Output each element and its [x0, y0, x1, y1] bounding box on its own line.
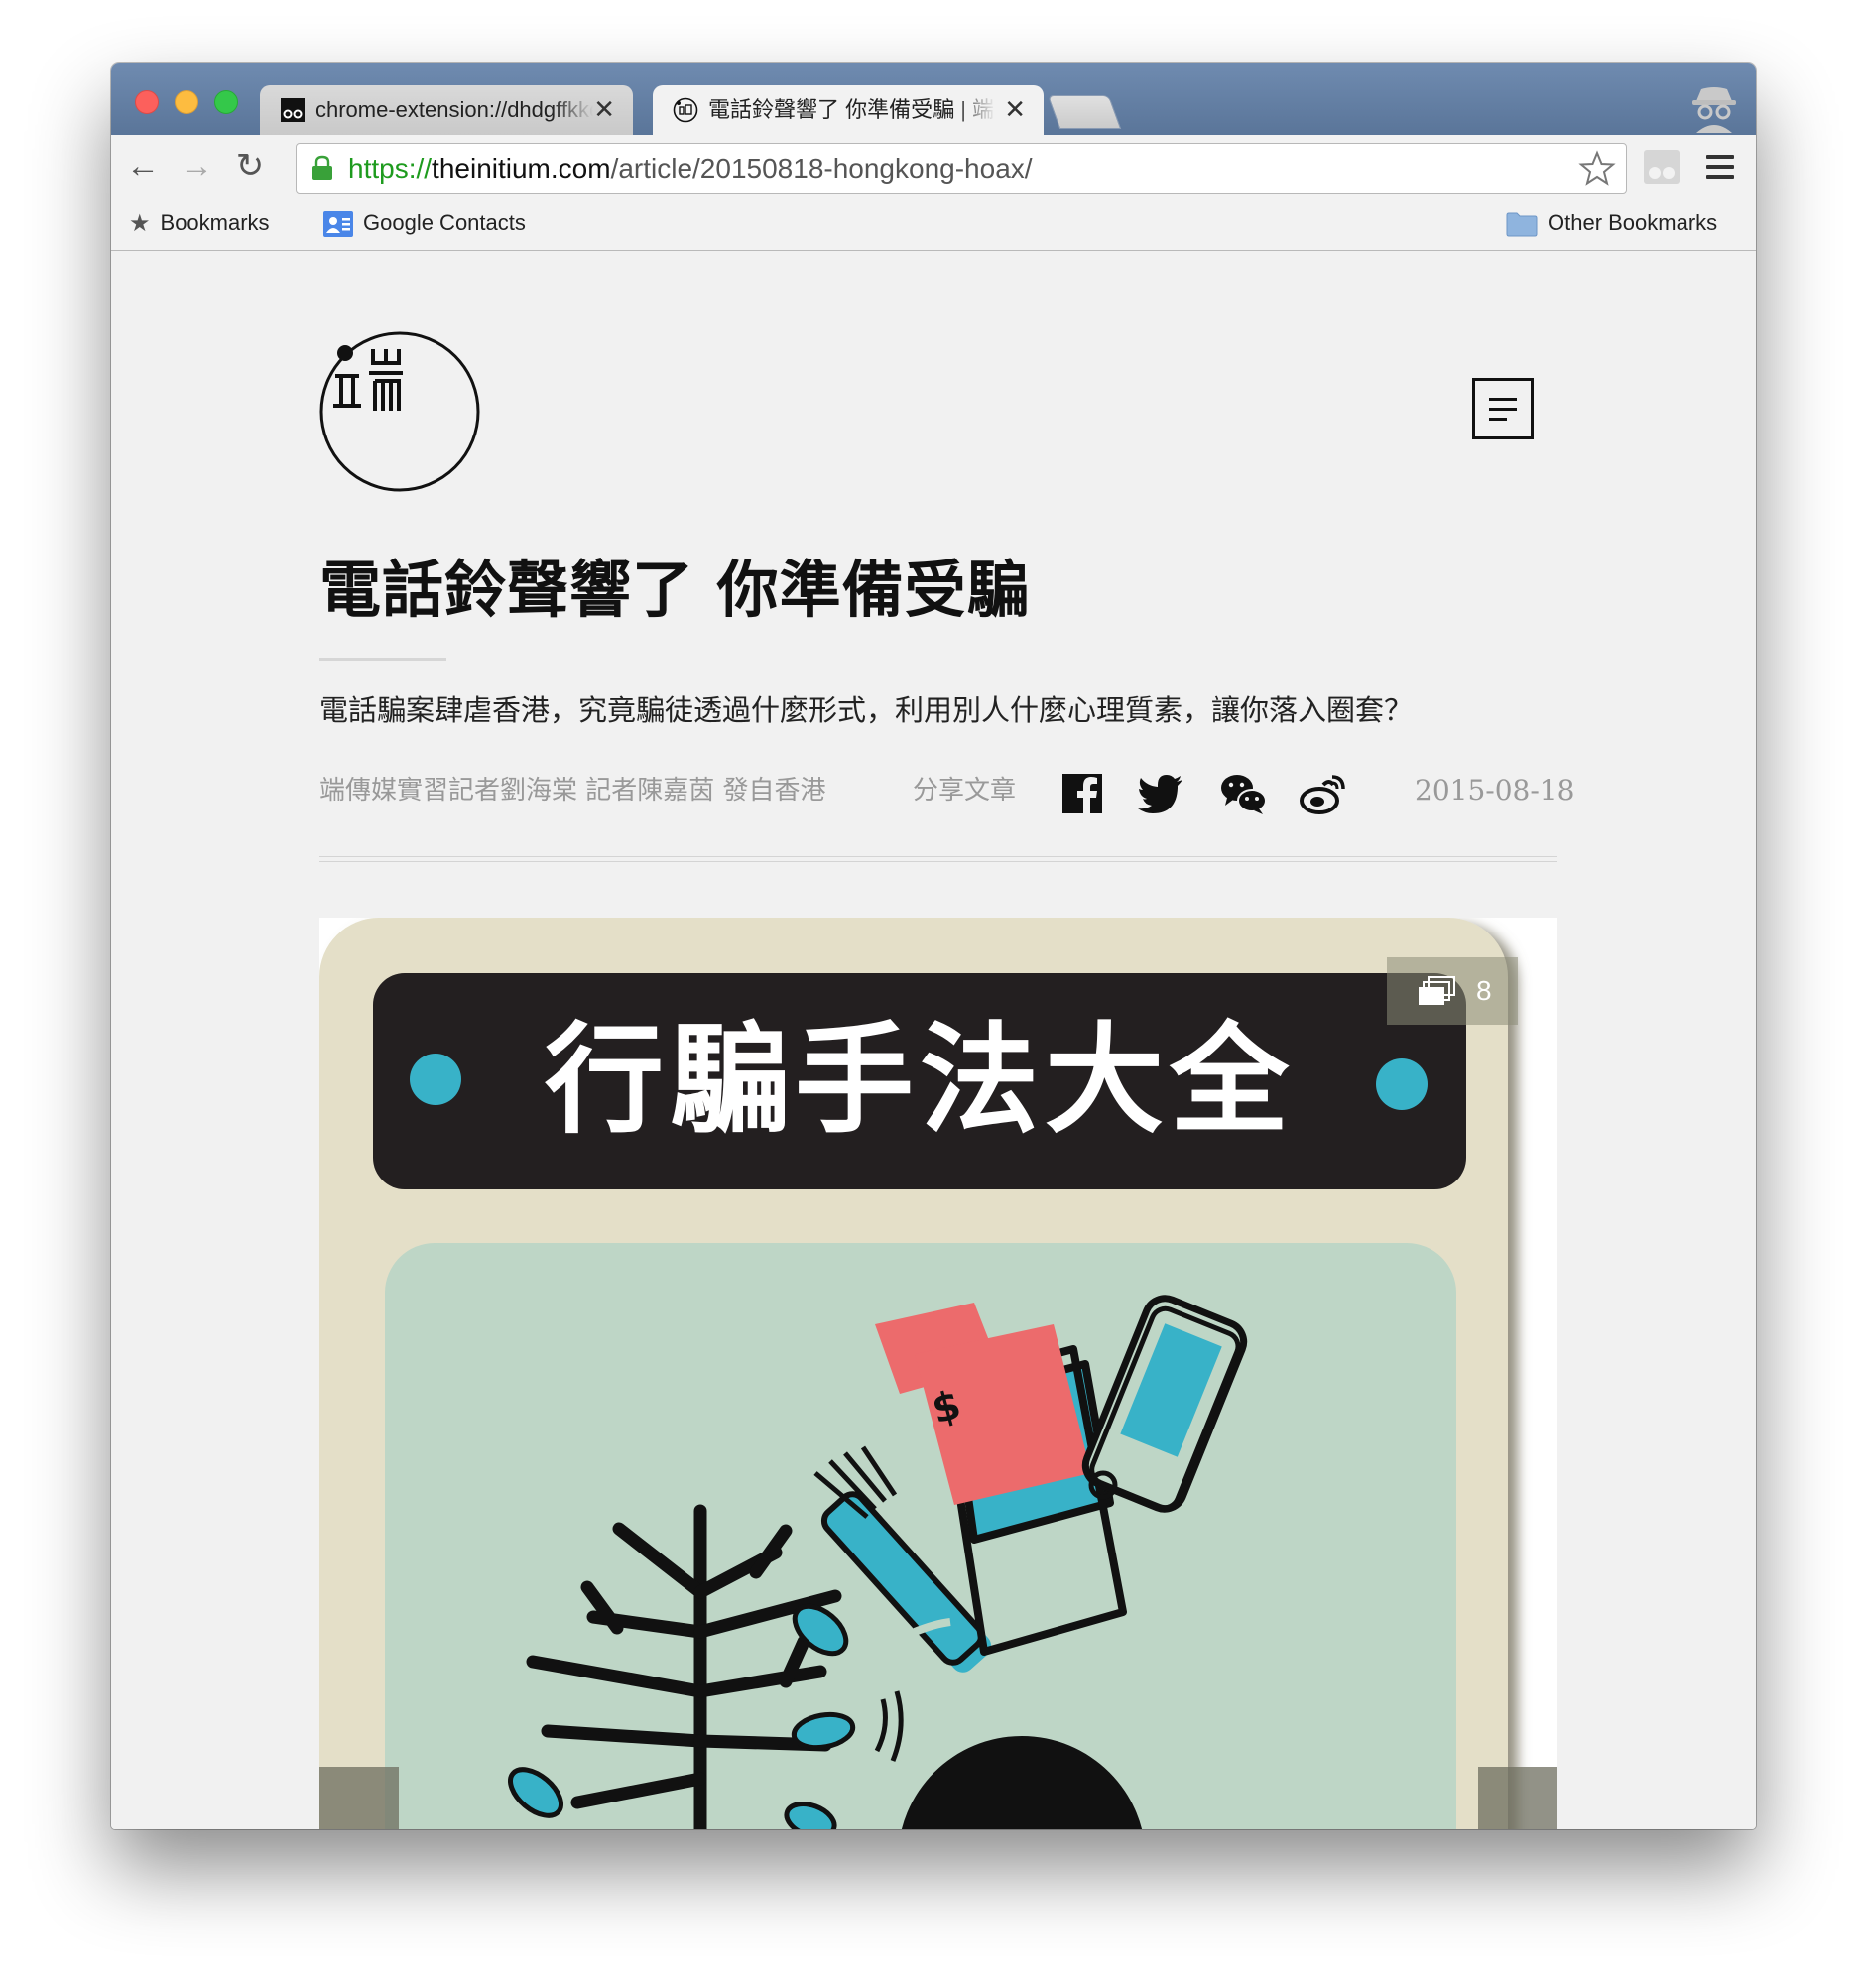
bookmark-label: Other Bookmarks [1548, 210, 1718, 235]
bookmarks-bar: ★ Bookmarks Google Contacts Other Bookmar… [111, 196, 1756, 251]
banner-title-container: 行騙手法大全 [373, 973, 1466, 1189]
url-text: https://theinitium.com/article/20150818-… [348, 154, 1033, 184]
tab-strip: chrome-extension://dhdgffkkebhmkfjojejmp… [111, 63, 1756, 135]
twitter-icon[interactable] [1137, 771, 1184, 816]
bookmarks-button[interactable]: ★ Bookmarks [129, 208, 270, 239]
tab-close-icon[interactable]: ✕ [1004, 94, 1026, 124]
bookmark-google-contacts[interactable]: Google Contacts [323, 208, 526, 238]
article-byline: 端傳媒實習記者劉海棠 記者陳嘉茵 發自香港 [319, 776, 826, 806]
facebook-icon[interactable] [1058, 771, 1106, 816]
banner-title: 行騙手法大全 [545, 1012, 1295, 1150]
gallery-next-button[interactable] [1478, 1767, 1557, 1829]
weibo-icon[interactable] [1300, 771, 1347, 816]
chrome-menu-icon[interactable] [1704, 153, 1736, 181]
meta-divider [319, 856, 1557, 862]
bookmarks-label: Bookmarks [160, 210, 270, 235]
url-host: theinitium.com [432, 153, 611, 184]
secure-lock-icon [312, 155, 332, 180]
window-minimize-button[interactable] [175, 90, 198, 114]
other-bookmarks-folder[interactable]: Other Bookmarks [1506, 208, 1717, 238]
forward-arrow-icon[interactable]: → [179, 149, 214, 185]
gallery-count-badge: 8 [1387, 957, 1518, 1025]
bookmark-star-icon[interactable] [1578, 150, 1616, 187]
wechat-icon[interactable] [1219, 771, 1267, 816]
site-menu-button[interactable] [1472, 378, 1534, 439]
menu-line [1489, 408, 1517, 411]
initium-logo[interactable] [319, 331, 480, 492]
star-icon: ★ [129, 210, 151, 238]
menu-line [1489, 418, 1507, 421]
url-scheme: https:// [348, 153, 433, 184]
gallery-prev-button[interactable] [319, 1767, 399, 1829]
tab-close-icon[interactable]: ✕ [593, 94, 615, 124]
address-bar[interactable]: https://theinitium.com/article/20150818-… [296, 143, 1627, 194]
article-date: 2015-08-18 [1415, 774, 1575, 807]
contacts-icon [323, 211, 353, 238]
browser-toolbar: ← → ↻ https://theinitium.com/article/201… [111, 135, 1756, 196]
tab-extension[interactable]: chrome-extension://dhdgffkkebhmkfjojejmp… [260, 85, 633, 135]
url-path: /article/20150818-hongkong-hoax/ [610, 153, 1033, 184]
browser-window: chrome-extension://dhdgffkkebhmkfjojejmp… [111, 63, 1756, 1829]
extension-favicon-icon [281, 98, 305, 122]
hero-image-gallery[interactable]: $ 行騙手法大全 8 [319, 918, 1557, 1829]
window-close-button[interactable] [135, 90, 159, 114]
window-maximize-button[interactable] [214, 90, 238, 114]
menu-line [1489, 398, 1517, 401]
back-arrow-icon[interactable]: ← [125, 149, 161, 185]
initium-favicon-icon [673, 97, 698, 123]
title-divider [319, 658, 446, 661]
reload-icon[interactable]: ↻ [232, 149, 268, 185]
article-title: 電話鈴聲響了 你準備受騙 [319, 554, 1030, 626]
extension-icon[interactable] [1643, 149, 1680, 185]
new-tab-button[interactable] [1047, 95, 1122, 129]
incognito-icon [1692, 87, 1736, 133]
tab-article[interactable]: 電話鈴聲響了 你準備受騙 | 端 ✕ [653, 85, 1044, 135]
bookmark-label: Google Contacts [363, 210, 526, 235]
web-page: 電話鈴聲響了 你準備受騙 電話騙案肆虐香港，究竟騙徒透過什麼形式，利用別人什麼心… [111, 251, 1756, 1829]
folder-icon [1506, 212, 1538, 237]
tab-title: 電話鈴聲響了 你準備受騙 | 端 [708, 97, 995, 122]
article-dek: 電話騙案肆虐香港，究竟騙徒透過什麼形式，利用別人什麼心理質素，讓你落入圈套？ [319, 693, 1414, 727]
gallery-count: 8 [1476, 975, 1492, 1006]
share-label: 分享文章 [913, 776, 1017, 806]
gallery-stack-icon [1419, 976, 1455, 1005]
tab-title: chrome-extension://dhdgffkkebhmkfjojejmp… [315, 97, 593, 122]
